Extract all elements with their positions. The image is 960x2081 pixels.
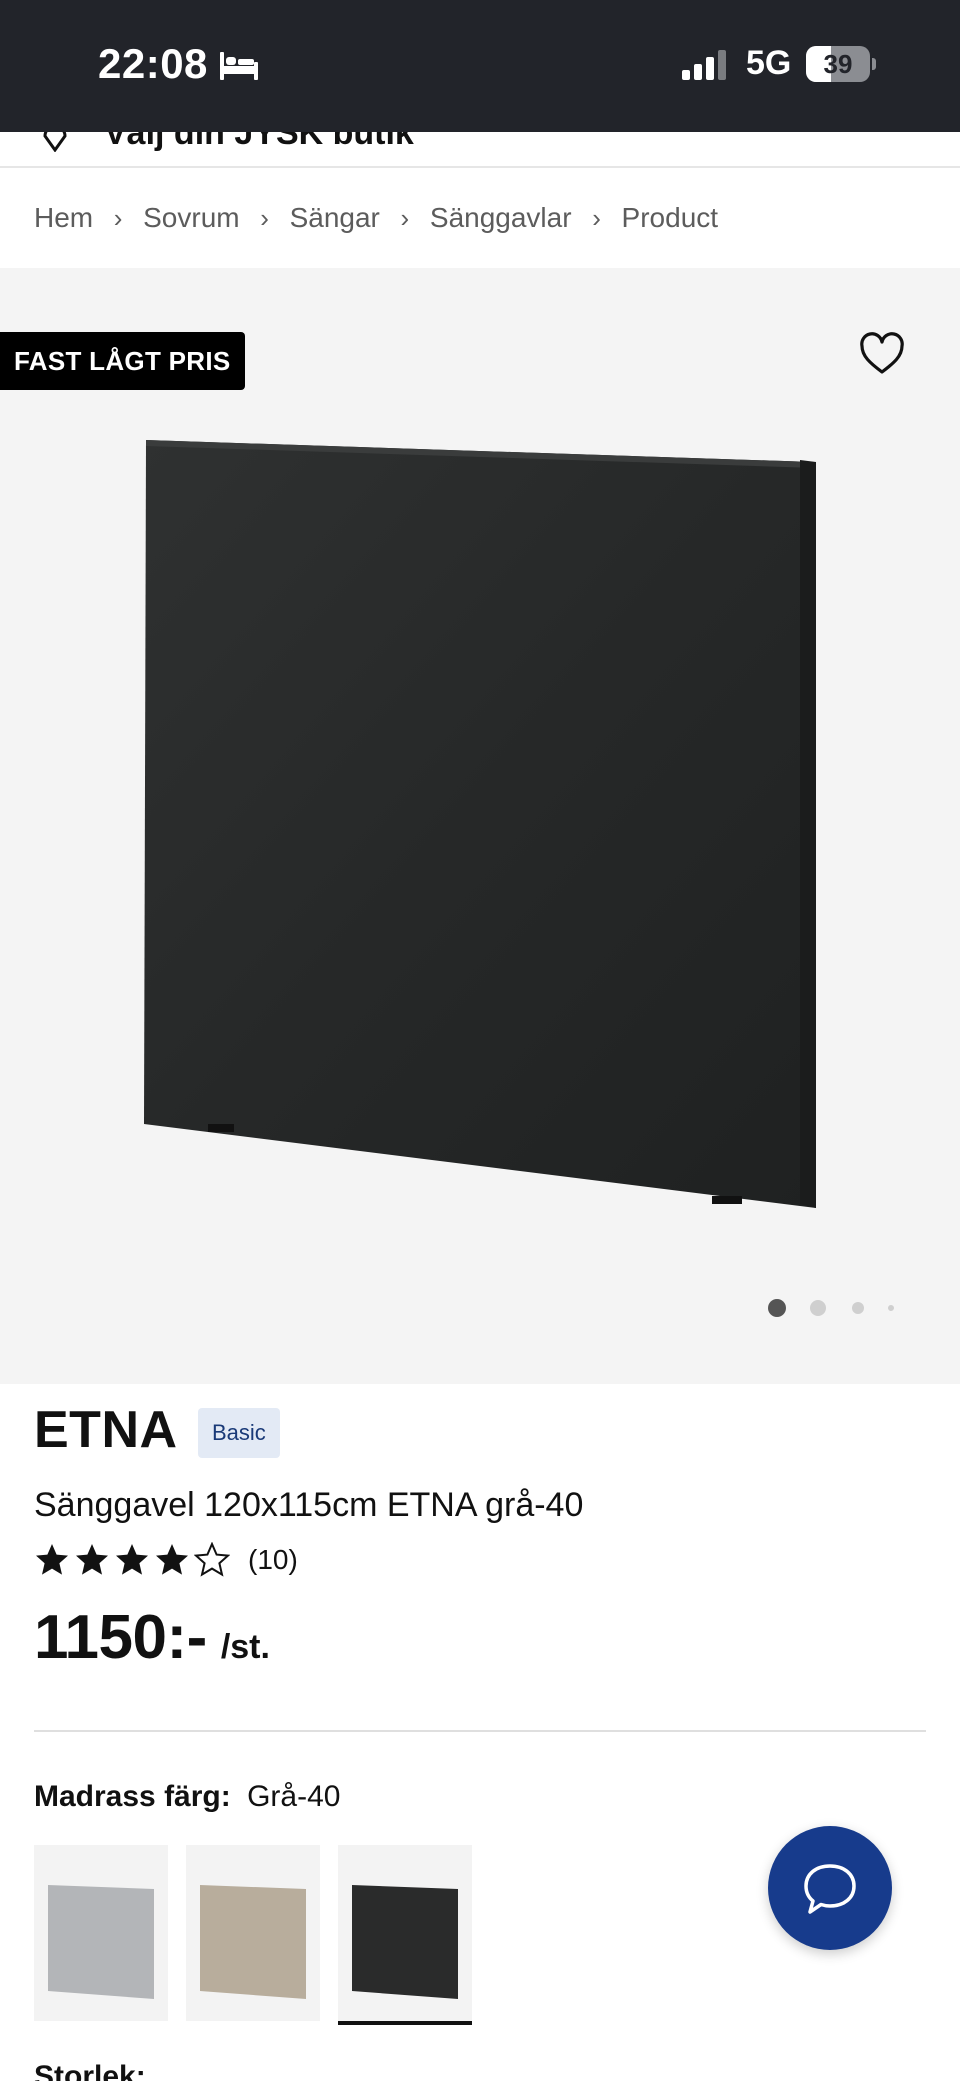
tier-badge: Basic — [198, 1408, 280, 1458]
color-option: Madrass färg: Grå-40 — [34, 1780, 340, 1814]
chevron-right-icon: › — [400, 202, 410, 233]
location-pin-icon — [43, 132, 67, 152]
chevron-right-icon: › — [592, 202, 601, 233]
rating-stars — [34, 1542, 234, 1578]
gallery-dot[interactable] — [888, 1305, 894, 1311]
breadcrumb-home[interactable]: Hem — [34, 202, 93, 234]
breadcrumb-beds[interactable]: Sängar — [290, 202, 380, 234]
star-empty-icon — [194, 1542, 230, 1577]
price-value: 1150:- — [34, 1603, 207, 1672]
color-swatch-beige[interactable] — [186, 1845, 320, 2021]
status-time: 22:08 — [98, 40, 208, 87]
product-title: Sänggavel 120x115cm ETNA grå-40 — [34, 1486, 584, 1524]
network-label: 5G — [746, 44, 792, 82]
swatch-thumbnail — [352, 1885, 458, 1999]
price-unit: /st. — [220, 1628, 270, 1666]
star-filled-icon — [36, 1544, 68, 1575]
color-swatch-light-grey[interactable] — [34, 1845, 168, 2021]
breadcrumb: Hem › Sovrum › Sängar › Sänggavlar › Pro… — [34, 196, 718, 240]
gallery-dot[interactable] — [810, 1300, 826, 1316]
heart-icon[interactable] — [858, 332, 906, 376]
bed-icon — [220, 52, 258, 80]
battery-level: 39 — [823, 49, 853, 79]
review-count[interactable]: (10) — [248, 1544, 298, 1576]
color-swatch-dark-grey[interactable] — [338, 1845, 472, 2025]
chat-bubble-icon — [804, 1864, 856, 1914]
size-option-label: Storlek: — [34, 2060, 146, 2081]
status-bar: 22:08 5G 39 — [0, 0, 960, 132]
color-option-label: Madrass färg: — [34, 1780, 231, 1813]
breadcrumb-current: Product — [621, 202, 719, 233]
star-filled-icon — [76, 1544, 108, 1575]
store-selector-label: Välj din JYSK butik — [104, 132, 414, 152]
star-filled-icon — [116, 1544, 148, 1575]
chevron-right-icon: › — [113, 202, 123, 233]
gallery-pagination[interactable] — [768, 1298, 898, 1318]
star-filled-icon — [156, 1544, 188, 1575]
chevron-right-icon: › — [260, 202, 269, 233]
price: 1150:- /st. — [34, 1602, 270, 1672]
price-badge: FAST LÅGT PRIS — [0, 332, 245, 390]
swatch-thumbnail — [200, 1885, 306, 1999]
battery-icon: 39 — [806, 46, 876, 82]
swatch-thumbnail — [48, 1885, 154, 1999]
signal-icon — [682, 50, 726, 80]
product-gallery[interactable]: FAST LÅGT PRIS — [0, 268, 960, 1384]
divider — [34, 1730, 926, 1732]
product-rating[interactable]: (10) — [34, 1541, 298, 1579]
gallery-dot[interactable] — [852, 1302, 864, 1314]
breadcrumb-bedroom[interactable]: Sovrum — [143, 202, 239, 234]
product-image — [144, 440, 816, 1208]
color-option-value: Grå-40 — [247, 1780, 341, 1813]
store-selector[interactable]: Välj din JYSK butik — [0, 132, 960, 168]
gallery-dot[interactable] — [768, 1299, 786, 1317]
product-brand: ETNA — [34, 1401, 178, 1459]
chat-button[interactable] — [768, 1826, 892, 1950]
breadcrumb-headboards[interactable]: Sänggavlar — [430, 202, 572, 234]
